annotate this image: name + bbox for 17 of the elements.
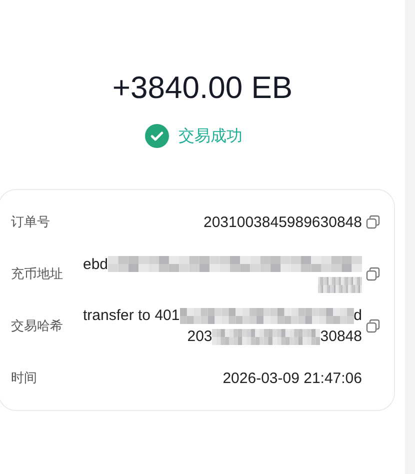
detail-value: d — [354, 307, 362, 324]
pixelated-redaction — [318, 276, 362, 292]
copy-icon[interactable] — [366, 319, 380, 333]
transaction-amount: +3840.00 EB — [111, 70, 294, 106]
detail-value: ebd — [83, 256, 108, 272]
detail-label: 订单号 — [11, 214, 51, 231]
copy-icon[interactable] — [366, 215, 380, 229]
detail-value: transfer to 401 — [83, 307, 180, 324]
detail-label: 充币地址 — [11, 266, 64, 283]
detail-label: 时间 — [11, 370, 38, 387]
detail-value: 2026-03-09 21:47:06 — [222, 370, 362, 386]
detail-value: 203 — [187, 328, 212, 345]
detail-value: 30848 — [320, 328, 362, 345]
detail-value: 2031003845989630848 — [203, 214, 362, 230]
copy-icon[interactable] — [366, 267, 380, 281]
status-text: 交易成功 — [178, 126, 242, 146]
detail-label: 交易哈希 — [11, 318, 64, 335]
